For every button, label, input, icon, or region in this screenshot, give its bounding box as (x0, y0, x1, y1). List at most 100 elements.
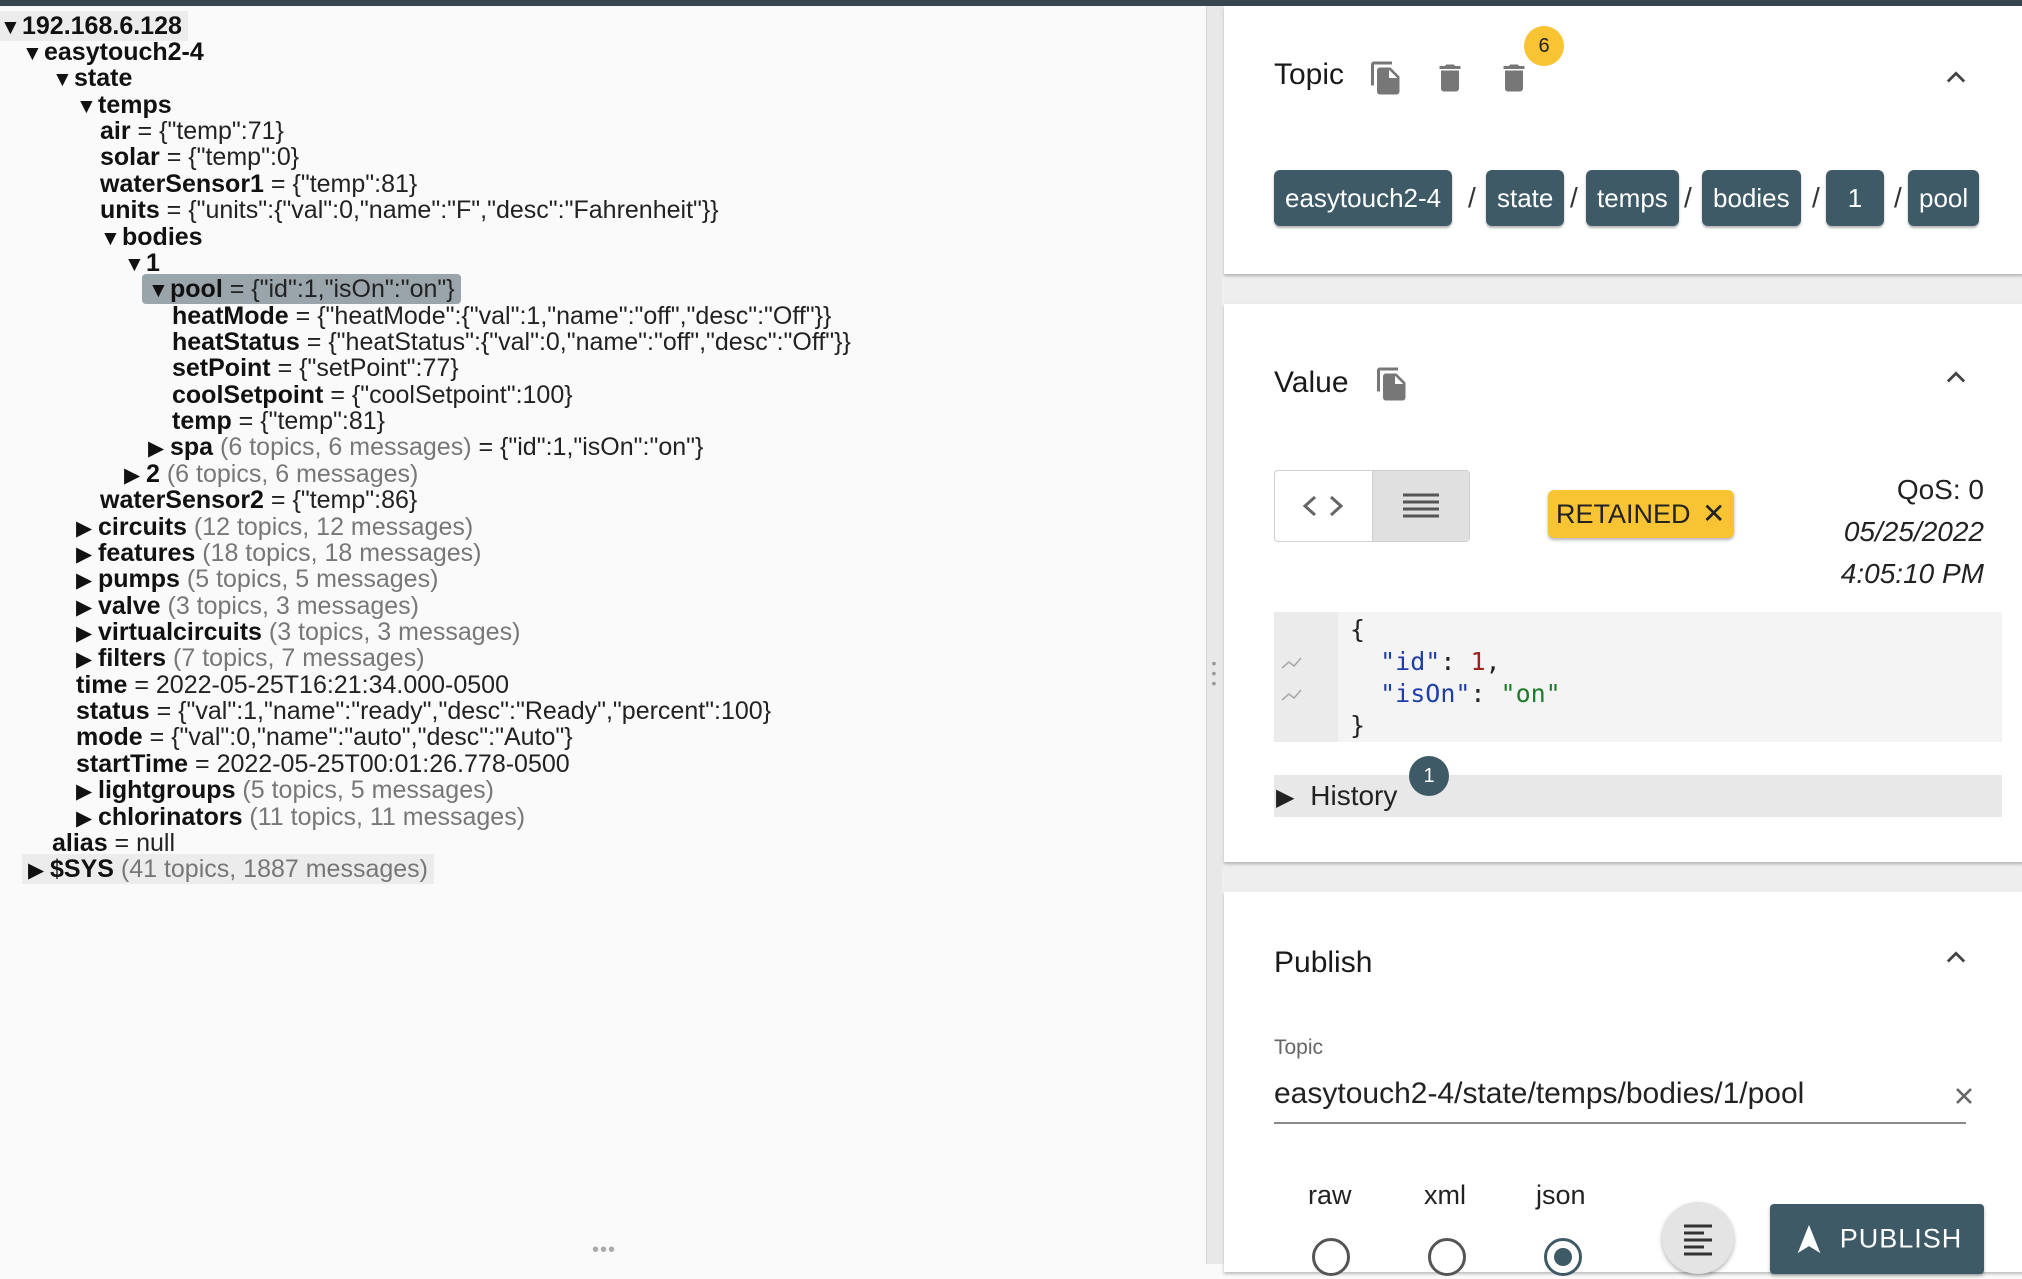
publish-label: PUBLISH (1839, 1223, 1963, 1254)
history-toggle[interactable]: ▶ History (1274, 775, 2002, 817)
chevron-up-icon[interactable] (1942, 944, 1970, 972)
close-icon[interactable]: ✕ (1702, 498, 1725, 529)
expand-arrow-icon[interactable]: ▼ (0, 13, 22, 43)
raw-view-button[interactable] (1372, 471, 1469, 541)
breadcrumb-separator: / (1894, 182, 1902, 213)
tree-node[interactable]: solar = {"temp":0} (100, 142, 299, 172)
expand-arrow-icon[interactable]: ▼ (100, 224, 122, 254)
triangle-right-icon: ▶ (1276, 784, 1295, 811)
delete-subtopics-button[interactable] (1496, 58, 1532, 98)
tree-node-selected[interactable]: ▼pool = {"id":1,"isOn":"on"} (142, 274, 461, 304)
view-mode-toggle[interactable] (1274, 470, 1470, 542)
topic-card: Topic 6 easytouch2-4 / state / temps / b… (1224, 6, 2022, 274)
node-key: alias (52, 829, 108, 857)
node-value: {"id":1,"isOn":"on"} (500, 433, 704, 461)
tree-node[interactable]: mode = {"val":0,"name":"auto","desc":"Au… (76, 722, 573, 752)
tree-node[interactable]: ▶ filters (7 topics, 7 messages) (76, 643, 425, 673)
node-value: {"temp":0} (188, 143, 300, 171)
delete-topic-button[interactable] (1432, 58, 1468, 98)
expand-arrow-icon[interactable]: ▶ (28, 856, 50, 886)
breadcrumb-chip[interactable]: 1 (1826, 170, 1884, 226)
code-view-button[interactable] (1275, 471, 1371, 541)
tree-node[interactable]: ▶ pumps (5 topics, 5 messages) (76, 564, 438, 594)
node-count: (6 topics, 6 messages) (213, 433, 472, 461)
json-brace: { (1350, 615, 1366, 644)
node-key: 2 (146, 460, 160, 488)
node-equals: = (222, 275, 252, 303)
value-card: Value RETAINED ✕ QoS: 0 05/25/2022 4:05:… (1224, 304, 2022, 862)
tree-node[interactable]: ▼state (52, 63, 132, 93)
node-key: time (76, 671, 128, 699)
node-key: pool (170, 275, 223, 303)
node-key: circuits (98, 513, 187, 541)
breadcrumb-chip[interactable]: temps (1586, 170, 1679, 226)
node-equals: = (149, 697, 179, 725)
node-key: state (74, 64, 133, 92)
history-count-badge: 1 (1409, 756, 1449, 796)
json-key: "isOn" (1380, 679, 1471, 708)
json-brace: } (1350, 711, 1366, 740)
node-key: solar (100, 143, 160, 171)
tree-node[interactable]: ▶ spa (6 topics, 6 messages) = {"id":1,"i… (148, 432, 703, 462)
expand-arrow-icon[interactable]: ▼ (148, 276, 170, 306)
copy-topic-button[interactable] (1368, 58, 1404, 98)
publish-topic-label: Topic (1274, 1036, 1324, 1059)
node-count: (7 topics, 7 messages) (166, 644, 425, 672)
trash-icon (1503, 64, 1525, 92)
format-radio-xml[interactable] (1428, 1238, 1466, 1276)
topic-tree[interactable]: ▼192.168.6.128 ▼easytouch2-4 ▼state ▼tem… (0, 6, 1206, 1264)
lines-icon (1403, 493, 1439, 518)
chevron-up-icon[interactable] (1942, 364, 1970, 392)
node-equals: = (299, 328, 329, 356)
expand-arrow-icon[interactable]: ▼ (22, 39, 44, 69)
close-icon[interactable] (1952, 1084, 1976, 1108)
resize-grip-icon[interactable]: ••• (592, 1239, 616, 1262)
format-radio-raw[interactable] (1312, 1238, 1350, 1276)
send-arrow-icon (1797, 1224, 1821, 1254)
tree-node[interactable]: setPoint = {"setPoint":77} (172, 353, 459, 383)
node-key: units (100, 196, 160, 224)
format-radio-json[interactable] (1544, 1238, 1582, 1276)
tree-node[interactable]: waterSensor2 = {"temp":86} (100, 485, 417, 515)
node-equals: = (107, 829, 137, 857)
node-value: {"temp":71} (159, 117, 284, 145)
chevron-up-icon[interactable] (1942, 64, 1970, 92)
tree-node[interactable]: units = {"units":{"val":0,"name":"F","de… (100, 195, 719, 225)
copy-value-button[interactable] (1374, 364, 1410, 404)
node-key: setPoint (172, 354, 271, 382)
breadcrumb-chip[interactable]: pool (1908, 170, 1980, 226)
node-key: spa (170, 433, 214, 461)
drag-handle-icon[interactable]: • • • (1211, 656, 1217, 690)
json-line: } (1350, 710, 1365, 742)
expand-arrow-icon[interactable]: ▼ (52, 65, 74, 95)
node-value: {"setPoint":77} (299, 354, 459, 382)
subtopic-count-badge: 6 (1524, 26, 1564, 66)
tree-node[interactable]: ▶ $SYS (41 topics, 1887 messages) (22, 854, 434, 884)
node-value: null (136, 829, 176, 857)
publish-card-title: Publish (1274, 946, 1373, 979)
breadcrumb-chip[interactable]: state (1486, 170, 1565, 226)
node-key: waterSensor2 (100, 486, 264, 514)
node-equals: = (127, 671, 156, 699)
node-key: mode (76, 723, 143, 751)
node-key: 192.168.6.128 (22, 12, 182, 40)
publish-topic-input[interactable] (1274, 1066, 1966, 1124)
json-viewer: { "id": 1, "isOn": "on" } (1274, 612, 2002, 742)
breadcrumb-chip[interactable]: easytouch2-4 (1274, 170, 1453, 226)
retained-badge[interactable]: RETAINED ✕ (1548, 490, 1734, 538)
json-number: 1 (1470, 647, 1486, 676)
node-count: (5 topics, 5 messages) (179, 565, 439, 593)
node-key: virtualcircuits (98, 618, 262, 646)
node-value: {"val":1,"name":"ready","desc":"Ready","… (178, 697, 772, 725)
json-line: "id": 1, (1380, 647, 1501, 676)
topic-card-title: Topic (1274, 58, 1345, 91)
format-json-button[interactable] (1662, 1202, 1734, 1274)
node-key: features (98, 539, 196, 567)
tree-node[interactable]: ▶ lightgroups (5 topics, 5 messages) (76, 775, 494, 805)
node-value: 2022-05-25T00:01:26.778-0500 (216, 750, 570, 778)
expand-arrow-icon[interactable]: ▼ (76, 92, 98, 122)
history-label: History (1310, 780, 1398, 811)
breadcrumb-chip[interactable]: bodies (1702, 170, 1801, 226)
node-count: (41 topics, 1887 messages) (113, 855, 428, 883)
node-key: waterSensor1 (100, 170, 264, 198)
